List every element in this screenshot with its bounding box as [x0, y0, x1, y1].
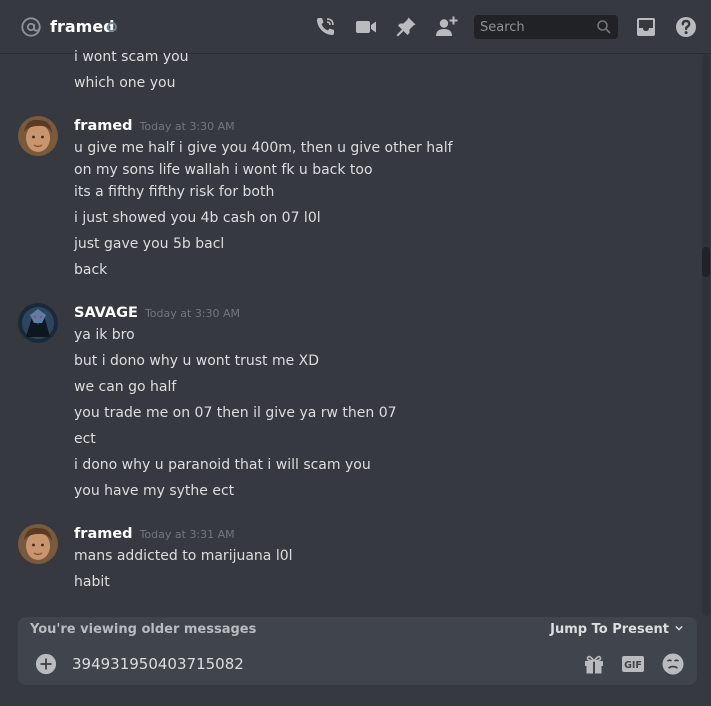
scrollbar-thumb[interactable]: [702, 247, 710, 277]
user-avatar-image: [18, 303, 58, 343]
search-box[interactable]: [474, 15, 618, 39]
message-input[interactable]: [72, 653, 552, 675]
older-messages-text: You're viewing older messages: [30, 622, 257, 637]
message-line: on my sons life wallah i wont fk u back …: [74, 162, 373, 178]
avatar[interactable]: [18, 303, 58, 343]
message-timestamp: Today at 3:31 AM: [139, 528, 235, 541]
message-line: its a fifthy fifthy risk for both: [74, 184, 275, 200]
message-author[interactable]: framed Today at 3:30 AM: [74, 117, 235, 136]
message-timestamp: Today at 3:30 AM: [139, 120, 235, 133]
user-avatar-image: [18, 116, 58, 156]
message-line: mans addicted to marijuana l0l: [74, 548, 293, 564]
chevron-down-icon: [675, 625, 683, 631]
message-line: ya ik bro: [74, 327, 135, 343]
message-list: i wont scam you which one you framed Toda…: [0, 44, 700, 616]
gift-icon[interactable]: [582, 652, 606, 676]
message-line: u give me half i give you 400m, then u g…: [74, 140, 453, 156]
scrollbar-track[interactable]: [702, 54, 710, 616]
inbox-icon[interactable]: [634, 15, 658, 39]
call-icon[interactable]: [313, 15, 337, 39]
pin-icon[interactable]: [394, 15, 418, 39]
help-icon[interactable]: [674, 15, 698, 39]
add-attachment-icon[interactable]: [35, 653, 57, 675]
message-line: we can go half: [74, 379, 177, 395]
author-name[interactable]: framed: [74, 118, 133, 134]
message-line: ect: [74, 431, 96, 447]
avatar[interactable]: [18, 116, 58, 156]
message-line: habit: [74, 574, 110, 590]
search-input[interactable]: [474, 15, 604, 39]
message-author[interactable]: SAVAGE Today at 3:30 AM: [74, 304, 240, 323]
message-composer: GIF: [18, 643, 697, 685]
message-line: i dono why u paranoid that i will scam y…: [74, 457, 371, 473]
jump-to-present-label: Jump To Present: [550, 622, 669, 637]
message-line: i wont scam you: [74, 49, 189, 65]
video-icon[interactable]: [354, 15, 378, 39]
search-icon: [597, 20, 611, 34]
message-author[interactable]: framed Today at 3:31 AM: [74, 525, 235, 544]
svg-text:GIF: GIF: [624, 660, 642, 671]
message-line: but i dono why u wont trust me XD: [74, 353, 320, 369]
message-line: i just showed you 4b cash on 07 l0l: [74, 210, 321, 226]
message-line: you trade me on 07 then il give ya rw th…: [74, 405, 397, 421]
user-avatar-image: [18, 524, 58, 564]
jump-to-present-button[interactable]: Jump To Present: [550, 622, 683, 637]
status-icon: [107, 22, 117, 32]
author-name[interactable]: framed: [74, 526, 133, 542]
gif-icon[interactable]: GIF: [621, 652, 645, 676]
emoji-icon[interactable]: [661, 652, 685, 676]
channel-title: framed: [50, 17, 115, 36]
add-friend-icon[interactable]: [434, 15, 458, 39]
message-line: which one you: [74, 75, 176, 91]
message-line: back: [74, 262, 108, 278]
message-timestamp: Today at 3:30 AM: [144, 307, 241, 320]
author-name[interactable]: SAVAGE: [74, 305, 138, 321]
older-messages-banner: You're viewing older messages Jump To Pr…: [18, 617, 697, 643]
avatar[interactable]: [18, 524, 58, 564]
message-line: just gave you 5b bacl: [74, 236, 225, 252]
message-line: you have my sythe ect: [74, 483, 235, 499]
at-icon: [21, 17, 41, 37]
